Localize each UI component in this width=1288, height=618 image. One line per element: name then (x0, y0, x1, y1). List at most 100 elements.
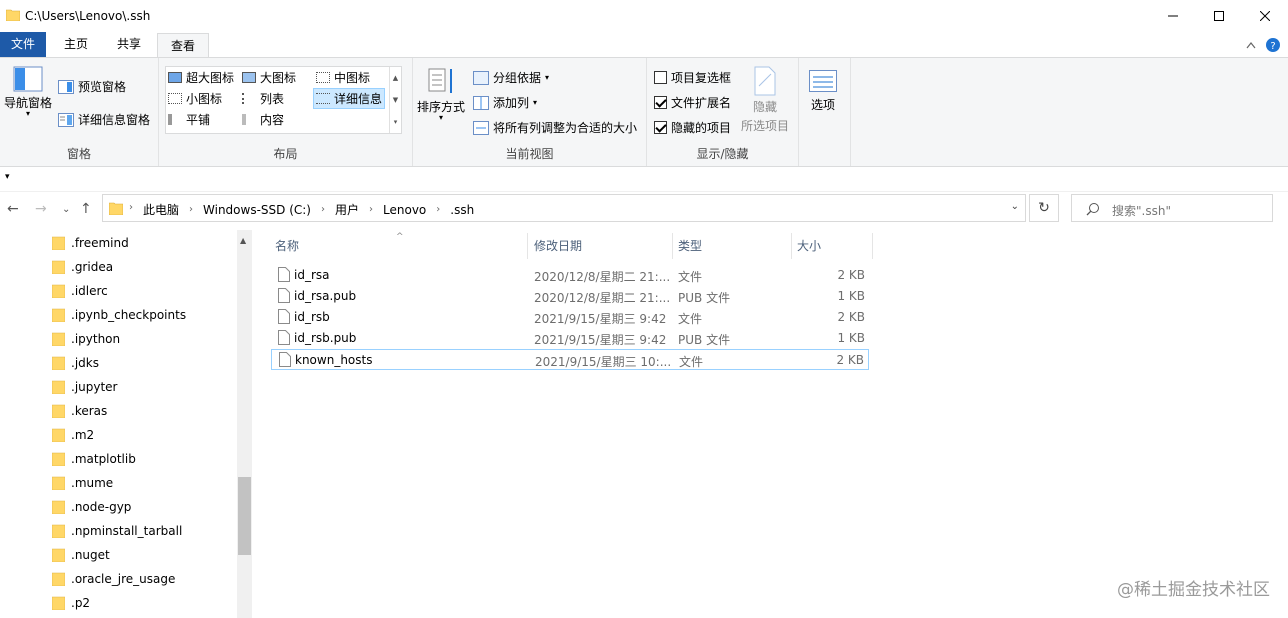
address-dropdown-icon[interactable]: ⌄ (1011, 201, 1019, 212)
tree-item[interactable]: .npminstall_tarball (52, 519, 182, 543)
layout-details[interactable]: 详细信息 (313, 88, 386, 109)
table-row[interactable]: id_rsb.pub 2021/9/15/星期三 9:42 PUB 文件 1 KB (271, 328, 869, 349)
layout-large-icons[interactable]: 大图标 (242, 69, 296, 86)
tree-item-label: .matplotlib (71, 452, 136, 466)
item-checkboxes-checkbox[interactable] (654, 71, 667, 84)
tree-item[interactable]: .freemind (52, 231, 129, 255)
tree-item[interactable]: .jdks (52, 351, 99, 375)
tree-item[interactable]: .node-gyp (52, 495, 131, 519)
recent-locations-button[interactable]: ⌄ (62, 204, 70, 215)
column-header-size[interactable]: 大小 (793, 233, 873, 259)
tree-item[interactable]: .keras (52, 399, 107, 423)
scroll-up-icon[interactable]: ▲ (240, 236, 246, 245)
layout-content[interactable]: 内容 (242, 111, 284, 128)
folder-icon (52, 596, 65, 610)
file-icon (278, 288, 290, 303)
tree-item[interactable]: .ipython (52, 327, 120, 351)
nav-pane-button[interactable]: 导航窗格 ▾ (4, 66, 52, 118)
svg-text:?: ? (1270, 41, 1275, 52)
layout-medium-icons[interactable]: 中图标 (316, 69, 370, 86)
tab-view[interactable]: 查看 (157, 33, 209, 58)
tree-item[interactable]: .mume (52, 471, 113, 495)
crumb-users[interactable]: 用户 (335, 201, 359, 218)
crumb-ssh[interactable]: .ssh (450, 203, 474, 217)
tree-scrollbar[interactable] (237, 230, 252, 618)
options-button[interactable]: 选项 (809, 70, 837, 113)
tab-share[interactable]: 共享 (107, 32, 151, 57)
tab-home[interactable]: 主页 (54, 32, 98, 57)
gallery-scroll[interactable]: ▲ ▼ ▾ (389, 67, 401, 133)
tree-item[interactable]: .p2 (52, 591, 90, 615)
search-icon (1086, 203, 1099, 216)
layout-small-icons[interactable]: 小图标 (168, 90, 222, 107)
group-by-icon (473, 70, 489, 85)
tree-item[interactable]: .ipynb_checkpoints (52, 303, 186, 327)
file-extensions-checkbox[interactable] (654, 96, 667, 109)
crumb-this-pc[interactable]: 此电脑 (143, 201, 179, 218)
large-icons-icon (242, 72, 256, 83)
quick-access-dropdown-icon[interactable]: ▾ (5, 172, 10, 182)
search-box[interactable]: 搜索".ssh" (1071, 194, 1273, 222)
tree-scrollbar-thumb[interactable] (238, 477, 251, 555)
file-size: 1 KB (837, 331, 865, 345)
tree-item[interactable]: .gridea (52, 255, 113, 279)
tree-item[interactable]: .m2 (52, 423, 94, 447)
hidden-items-checkbox[interactable] (654, 121, 667, 134)
hide-selected-button[interactable]: 隐藏 所选项目 (741, 66, 789, 134)
file-extensions-toggle[interactable]: 文件扩展名 (654, 94, 731, 111)
breadcrumb: 此电脑 › Windows-SSD (C:) › 用户 › Lenovo › .ssh (143, 201, 474, 218)
group-label-current-view: 当前视图 (505, 147, 554, 161)
tab-file[interactable]: 文件 (0, 32, 46, 57)
folder-icon (52, 524, 65, 538)
refresh-button[interactable]: ↻ (1029, 194, 1059, 222)
file-icon (278, 267, 290, 282)
table-row[interactable]: id_rsb 2021/9/15/星期三 9:42 文件 2 KB (271, 307, 869, 328)
file-type: 文件 (678, 270, 703, 284)
chevron-right-icon: › (189, 204, 194, 215)
file-icon (278, 330, 290, 345)
column-header-type[interactable]: 类型 (674, 233, 792, 259)
close-button[interactable] (1242, 0, 1288, 32)
crumb-lenovo[interactable]: Lenovo (383, 203, 426, 217)
minimize-button[interactable] (1150, 0, 1196, 32)
collapse-ribbon-icon[interactable] (1246, 41, 1256, 49)
file-type: PUB 文件 (678, 291, 731, 305)
hidden-items-toggle[interactable]: 隐藏的项目 (654, 119, 731, 136)
sort-ascending-icon: ^ (396, 232, 404, 242)
tree-item[interactable]: .idlerc (52, 279, 108, 303)
forward-button[interactable]: → (35, 201, 47, 217)
up-button[interactable]: ↑ (80, 201, 92, 217)
sort-by-button[interactable]: 排序方式 ▾ (417, 66, 465, 122)
layout-extra-large-icons[interactable]: 超大图标 (168, 69, 234, 86)
tree-item[interactable]: .oracle_jre_usage (52, 567, 175, 591)
add-columns-button[interactable]: 添加列 ▾ (473, 94, 537, 111)
item-checkboxes-toggle[interactable]: 项目复选框 (654, 69, 731, 86)
column-header-modified[interactable]: 修改日期 (530, 233, 673, 259)
file-name: known_hosts (295, 353, 373, 367)
tree-item[interactable]: .nuget (52, 543, 110, 567)
preview-pane-button[interactable]: 预览窗格 (58, 78, 126, 95)
chevron-right-icon: › (369, 204, 374, 215)
layout-tiles[interactable]: 平铺 (168, 111, 210, 128)
fit-columns-button[interactable]: 将所有列调整为合适的大小 (473, 119, 637, 136)
layout-list[interactable]: 列表 (242, 90, 284, 107)
file-icon (278, 309, 290, 324)
sort-icon (428, 68, 452, 93)
medium-icons-icon (316, 72, 330, 83)
table-row[interactable]: id_rsa.pub 2020/12/8/星期二 21:... PUB 文件 1 KB (271, 286, 869, 307)
folder-icon (6, 9, 20, 21)
help-icon[interactable]: ? (1266, 38, 1280, 52)
tree-item[interactable]: .jupyter (52, 375, 118, 399)
file-size: 1 KB (837, 289, 865, 303)
tree-item-label: .mume (71, 476, 114, 490)
tree-item-label: .freemind (71, 236, 129, 250)
tree-item[interactable]: .matplotlib (52, 447, 136, 471)
address-bar[interactable]: › 此电脑 › Windows-SSD (C:) › 用户 › Lenovo › .ss… (102, 194, 1026, 222)
table-row[interactable]: known_hosts 2021/9/15/星期三 10:... 文件 2 KB (271, 349, 869, 370)
details-pane-button[interactable]: 详细信息窗格 (58, 111, 150, 128)
maximize-button[interactable] (1196, 0, 1242, 32)
back-button[interactable]: ← (7, 201, 19, 217)
table-row[interactable]: id_rsa 2020/12/8/星期二 21:... 文件 2 KB (271, 265, 869, 286)
group-by-button[interactable]: 分组依据 ▾ (473, 69, 549, 86)
crumb-drive[interactable]: Windows-SSD (C:) (203, 203, 311, 217)
